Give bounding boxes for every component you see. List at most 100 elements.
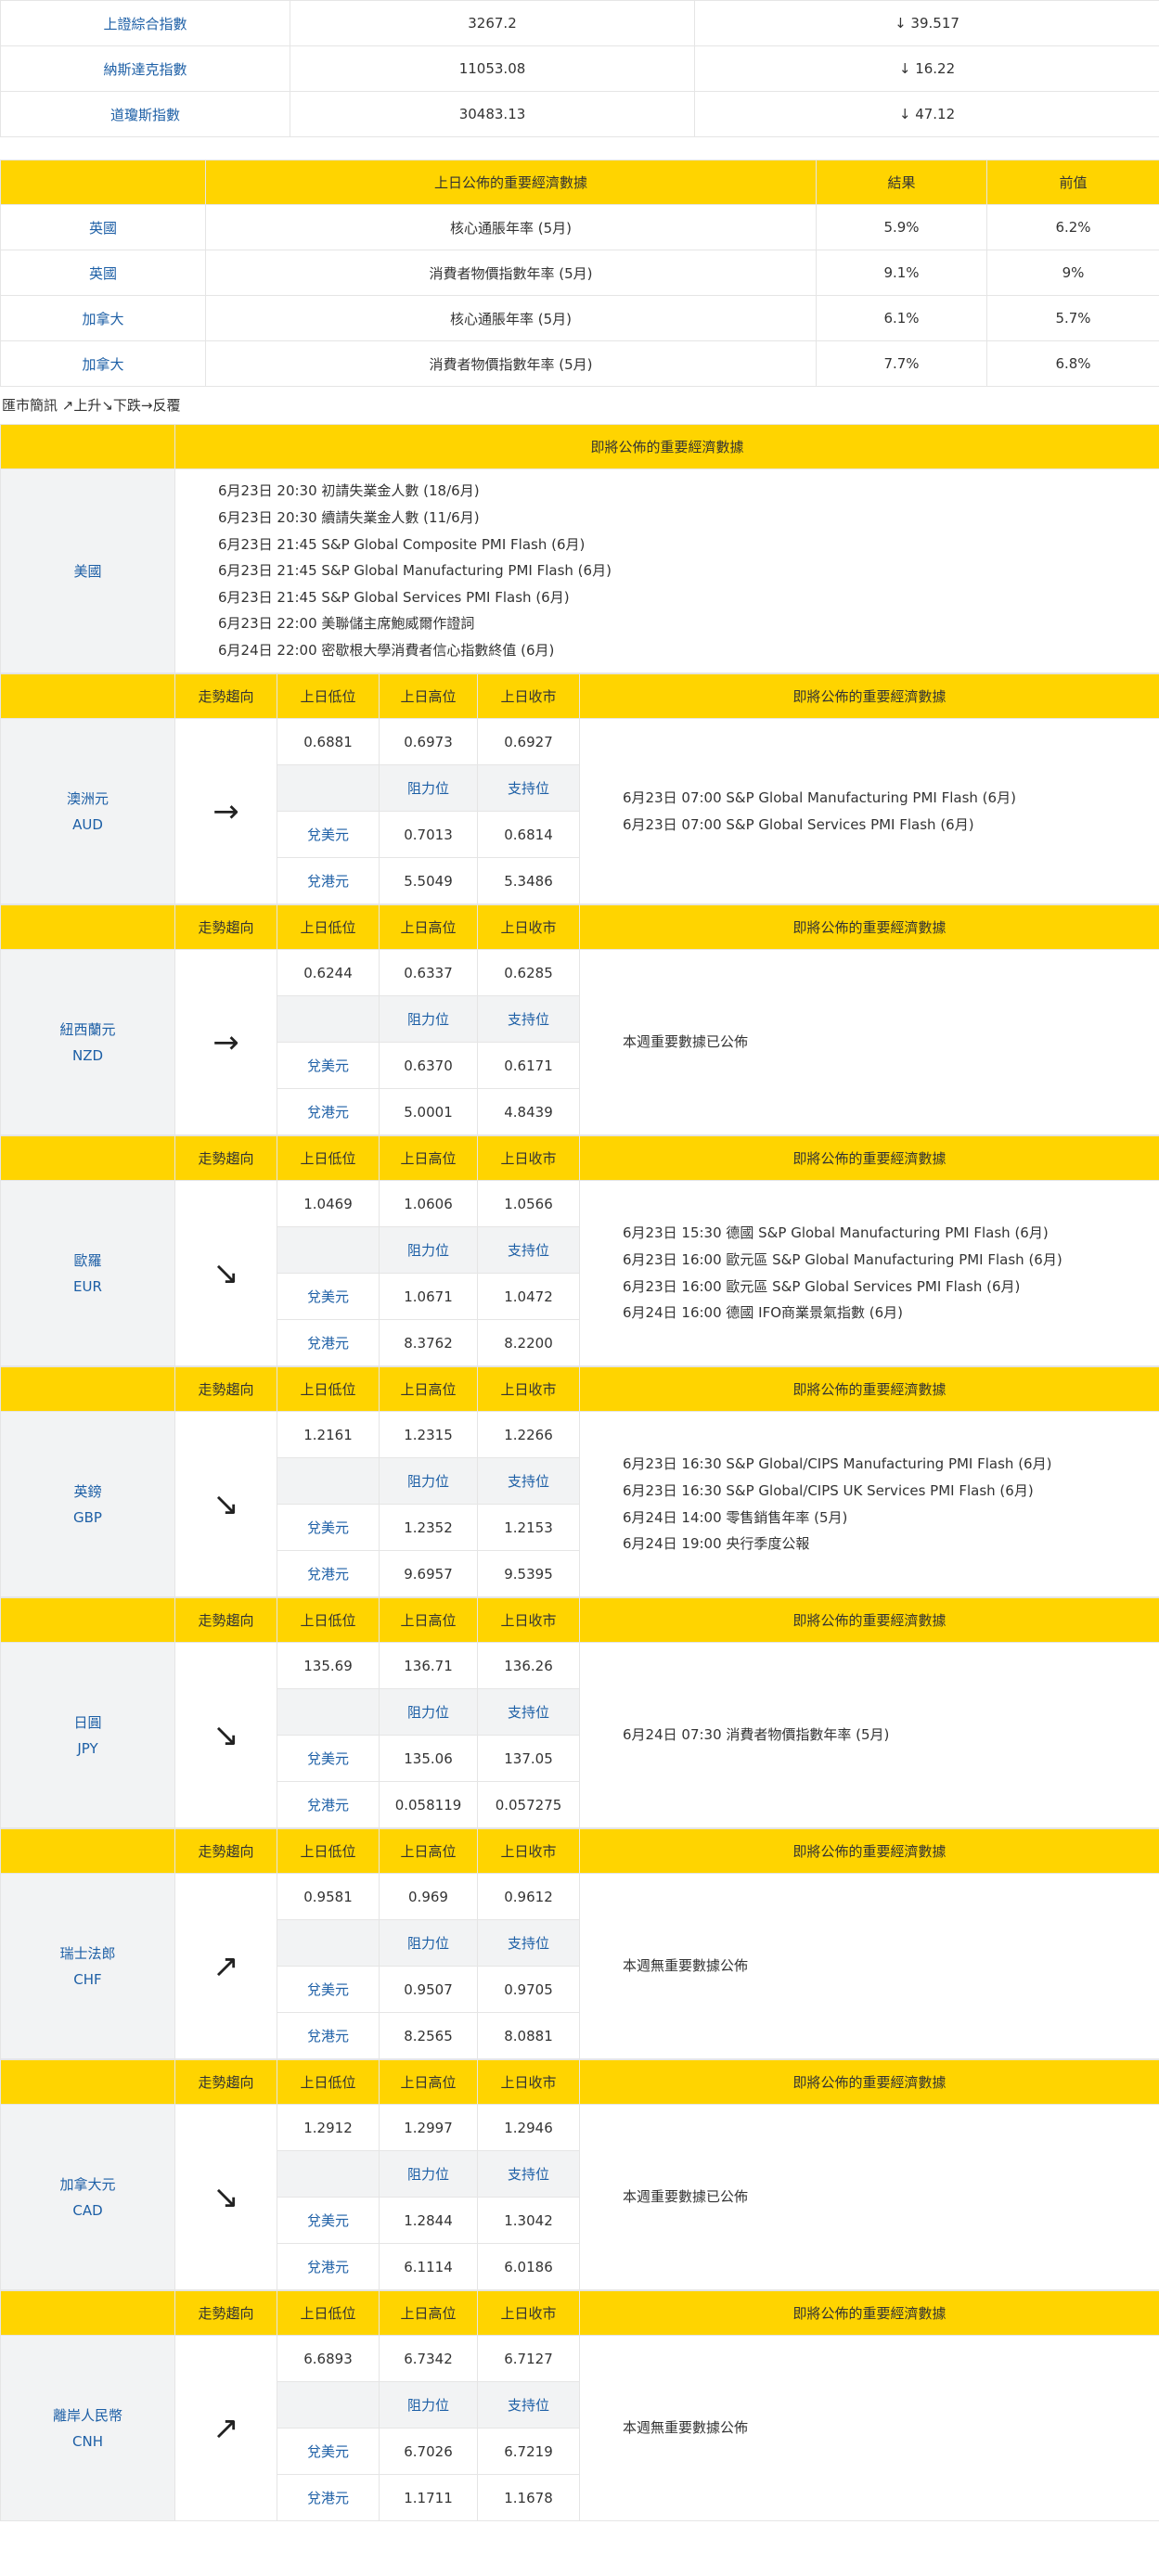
hkd-resistance: 6.1114 (379, 2243, 478, 2290)
currency-name-cell[interactable]: 加拿大元 CAD (0, 2104, 175, 2290)
market-report: 上證綜合指數 3267.2 ↓ 39.517 納斯達克指數 11053.08 ↓ 16.2… (0, 0, 1159, 2521)
prev-low: 6.6893 (277, 2335, 380, 2382)
prev-low: 1.0469 (277, 1180, 380, 1227)
currency-name: 加拿大元 (59, 2175, 116, 2193)
vs-hkd-label: 兌港元 (277, 2243, 380, 2290)
index-name[interactable]: 納斯達克指數 (0, 45, 290, 92)
prev-low: 0.6244 (277, 949, 380, 996)
blank-cell (277, 2381, 380, 2429)
econ-country[interactable]: 英國 (0, 204, 206, 250)
currency-name-cell[interactable]: 歐羅 EUR (0, 1180, 175, 1366)
vs-hkd-label: 兌港元 (277, 2474, 380, 2521)
currency-block-cnh: 走勢趨向 上日低位 上日高位 上日收市 即將公佈的重要經濟數據 離岸人民幣 CNH ↗ 6.68… (0, 2290, 1159, 2521)
prev-low: 0.6881 (277, 718, 380, 765)
header-events: 即將公佈的重要經濟數據 (579, 2290, 1159, 2336)
prev-high: 1.2997 (379, 2104, 478, 2151)
currency-name-cell[interactable]: 澳洲元 AUD (0, 718, 175, 904)
hkd-support: 1.1678 (477, 2474, 580, 2521)
usd-resistance: 1.0671 (379, 1273, 478, 1320)
header-close: 上日收市 (477, 1135, 580, 1181)
currency-header-row: 走勢趨向 上日低位 上日高位 上日收市 即將公佈的重要經濟數據 (0, 1366, 1159, 1412)
vs-usd-label: 兌美元 (277, 811, 380, 858)
support-label: 支持位 (477, 1919, 580, 1967)
currency-name-cell[interactable]: 紐西蘭元 NZD (0, 949, 175, 1135)
vs-hkd-label: 兌港元 (277, 1088, 380, 1135)
currency-name: 歐羅 (73, 1251, 102, 1269)
us-event-item: 6月23日 20:30 續請失業金人數 (11/6月) (218, 509, 480, 527)
header-high: 上日高位 (379, 2059, 478, 2105)
vs-usd-label: 兌美元 (277, 2197, 380, 2244)
event-list: 本週無重要數據公佈 (623, 1953, 1159, 1980)
header-trend: 走勢趨向 (174, 2059, 277, 2105)
usd-resistance: 1.2352 (379, 1504, 478, 1551)
econ-result: 6.1% (816, 295, 987, 341)
resistance-label: 阻力位 (379, 995, 478, 1043)
vs-hkd-label: 兌港元 (277, 2012, 380, 2059)
event-item: 本週無重要數據公佈 (623, 1957, 749, 1975)
hkd-resistance: 8.2565 (379, 2012, 478, 2059)
currency-name-cell[interactable]: 英鎊 GBP (0, 1411, 175, 1597)
index-value: 30483.13 (290, 91, 695, 137)
header-high: 上日高位 (379, 673, 478, 719)
trend-cell: ↘ (174, 1411, 277, 1597)
trend-arrow-icon: ↘ (212, 1485, 239, 1523)
header-blank (0, 1366, 175, 1412)
currency-block-aud: 走勢趨向 上日低位 上日高位 上日收市 即將公佈的重要經濟數據 澳洲元 AUD → 0.6881… (0, 673, 1159, 904)
header-blank (0, 1828, 175, 1874)
trend-arrow-icon: ↗ (212, 1947, 239, 1985)
us-country-label[interactable]: 美國 (0, 468, 175, 673)
econ-country[interactable]: 加拿大 (0, 340, 206, 387)
econ-previous: 6.2% (986, 204, 1159, 250)
econ-header-previous: 前值 (986, 160, 1159, 205)
hkd-resistance: 1.1711 (379, 2474, 478, 2521)
hkd-support: 0.057275 (477, 1781, 580, 1828)
econ-country[interactable]: 加拿大 (0, 295, 206, 341)
us-upcoming-table: 即將公佈的重要經濟數據 美國 6月23日 20:30 初請失業金人數 (18/6… (0, 424, 1159, 673)
trend-arrow-icon: → (212, 1023, 239, 1061)
econ-item: 核心通脹年率 (5月) (205, 204, 817, 250)
econ-row: 加拿大 消費者物價指數年率 (5月) 7.7% 6.8% (0, 340, 1159, 387)
prev-close: 136.26 (477, 1642, 580, 1689)
hkd-support: 4.8439 (477, 1088, 580, 1135)
econ-row: 英國 消費者物價指數年率 (5月) 9.1% 9% (0, 250, 1159, 296)
price-row: 澳洲元 AUD → 0.6881 0.6973 0.6927 6月23日 07:00 S&P… (0, 718, 1159, 904)
currency-name-cell[interactable]: 日圓 JPY (0, 1642, 175, 1828)
blank-cell (277, 1688, 380, 1736)
price-row: 日圓 JPY ↘ 135.69 136.71 136.26 6月24日 07:30 消費者物… (0, 1642, 1159, 1828)
event-item: 本週重要數據已公佈 (623, 2188, 749, 2206)
usd-resistance: 0.6370 (379, 1042, 478, 1089)
usd-support: 137.05 (477, 1735, 580, 1782)
event-item: 6月23日 15:30 德國 S&P Global Manufacturing … (623, 1224, 1049, 1242)
price-row: 歐羅 EUR ↘ 1.0469 1.0606 1.0566 6月23日 15:30 德國 S… (0, 1180, 1159, 1366)
event-item: 6月23日 16:30 S&P Global/CIPS UK Services … (623, 1481, 1034, 1499)
index-value: 3267.2 (290, 0, 695, 46)
hkd-support: 5.3486 (477, 857, 580, 904)
index-name[interactable]: 上證綜合指數 (0, 0, 290, 46)
currency-block-eur: 走勢趨向 上日低位 上日高位 上日收市 即將公佈的重要經濟數據 歐羅 EUR ↘ 1.0469 1… (0, 1135, 1159, 1366)
event-list: 6月23日 15:30 德國 S&P Global Manufacturing … (623, 1220, 1159, 1326)
econ-previous: 9% (986, 250, 1159, 296)
currency-header-row: 走勢趨向 上日低位 上日高位 上日收市 即將公佈的重要經濟數據 (0, 2059, 1159, 2105)
index-name[interactable]: 道瓊斯指數 (0, 91, 290, 137)
currency-block-gbp: 走勢趨向 上日低位 上日高位 上日收市 即將公佈的重要經濟數據 英鎊 GBP ↘ 1.2161 1… (0, 1366, 1159, 1597)
econ-country[interactable]: 英國 (0, 250, 206, 296)
header-blank (0, 1597, 175, 1643)
vs-usd-label: 兌美元 (277, 1042, 380, 1089)
hkd-support: 8.2200 (477, 1319, 580, 1366)
event-item: 6月24日 16:00 德國 IFO商業景氣指數 (6月) (623, 1304, 904, 1322)
currency-block-cad: 走勢趨向 上日低位 上日高位 上日收市 即將公佈的重要經濟數據 加拿大元 CAD ↘ 1.291… (0, 2059, 1159, 2290)
support-label: 支持位 (477, 995, 580, 1043)
currency-name-cell[interactable]: 離岸人民幣 CNH (0, 2335, 175, 2521)
currency-code: CHF (73, 1970, 102, 1988)
blank-cell (277, 2150, 380, 2198)
currency-code: GBP (73, 1508, 102, 1526)
header-high: 上日高位 (379, 1597, 478, 1643)
prev-high: 1.0606 (379, 1180, 478, 1227)
usd-support: 1.0472 (477, 1273, 580, 1320)
header-close: 上日收市 (477, 904, 580, 950)
currency-name: 英鎊 (73, 1482, 102, 1500)
currency-name: 離岸人民幣 (52, 2406, 122, 2424)
header-close: 上日收市 (477, 2059, 580, 2105)
header-low: 上日低位 (277, 1828, 380, 1874)
currency-name-cell[interactable]: 瑞士法郎 CHF (0, 1873, 175, 2059)
